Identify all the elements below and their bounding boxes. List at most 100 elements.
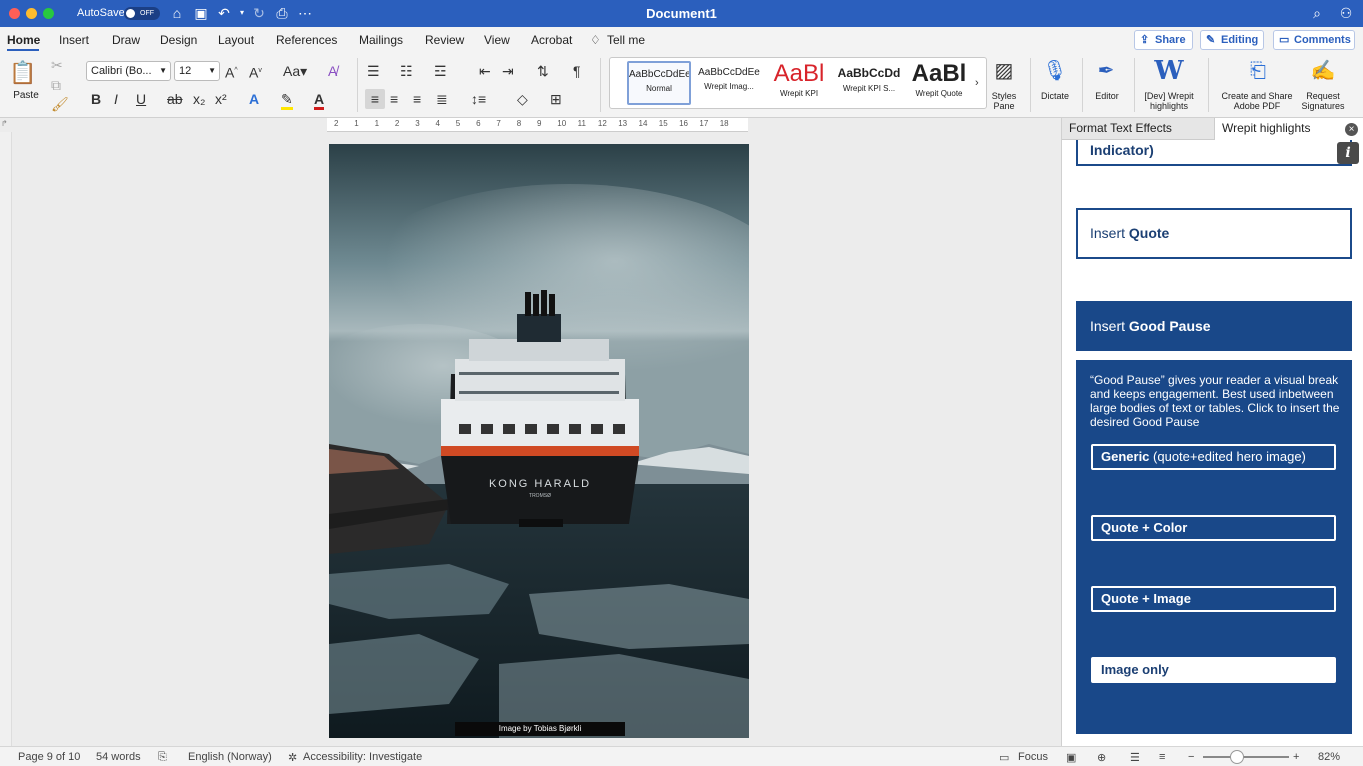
tab-format-text-effects[interactable]: Format Text Effects <box>1062 118 1214 140</box>
style-wrepit-kpi[interactable]: AaBl Wrepit KPI <box>767 61 831 105</box>
text-effects-icon[interactable]: A <box>249 91 259 107</box>
share-button[interactable]: ⇪ Share <box>1134 30 1193 50</box>
quote-color-button[interactable]: Quote + Color <box>1091 515 1336 541</box>
save-icon[interactable]: ▣ <box>193 5 209 21</box>
grow-font-icon[interactable]: A^ <box>225 63 238 81</box>
cut-icon[interactable]: ✂ <box>51 57 63 73</box>
minimize-window-button[interactable] <box>26 8 37 19</box>
zoom-out-icon[interactable]: − <box>1188 751 1194 763</box>
zoom-slider[interactable] <box>1203 756 1289 758</box>
change-case-icon[interactable]: Aa▾ <box>283 63 307 79</box>
horizontal-ruler[interactable]: ↱ 2 1 1 2 3 4 5 6 7 8 9 10 11 12 13 14 15 16 17 18 <box>0 118 1061 132</box>
word-count[interactable]: 54 words <box>96 751 141 763</box>
decrease-indent-icon[interactable]: ⇤ <box>479 63 491 79</box>
strikethrough-icon[interactable]: ab <box>167 91 183 107</box>
format-painter-icon[interactable]: 🖌 <box>51 96 69 112</box>
zoom-in-icon[interactable]: + <box>1293 751 1299 763</box>
page-count[interactable]: Page 9 of 10 <box>18 751 80 763</box>
subscript-icon[interactable]: x₂ <box>193 91 205 107</box>
styles-more-icon[interactable]: › <box>975 75 979 91</box>
editor-icon[interactable]: ✒ <box>1093 58 1119 84</box>
more-icon[interactable]: ⋯ <box>297 5 313 21</box>
dictate-label[interactable]: Dictate <box>1035 91 1075 101</box>
focus-mode-button[interactable]: Focus <box>1018 751 1048 763</box>
tab-home[interactable]: Home <box>7 33 40 47</box>
zoom-window-button[interactable] <box>43 8 54 19</box>
style-wrepit-kpi-sub[interactable]: AaBbCcDd Wrepit KPI S... <box>837 61 901 105</box>
comments-button[interactable]: ▭ Comments <box>1273 30 1355 50</box>
clear-formatting-icon[interactable]: A̸ <box>328 63 337 79</box>
request-signatures-label[interactable]: Request Signatures <box>1298 91 1348 111</box>
web-layout-view-icon[interactable]: ⊕ <box>1097 751 1106 764</box>
request-signatures-icon[interactable]: ✍ <box>1310 58 1336 84</box>
wrepit-logo-icon[interactable]: W <box>1154 57 1184 85</box>
insert-good-pause-card[interactable]: Insert Good Pause <box>1076 301 1352 351</box>
font-size-select[interactable]: 12 ▼ <box>174 61 220 81</box>
microphone-icon[interactable]: 🎙 <box>1042 58 1068 84</box>
show-paragraph-marks-icon[interactable]: ¶ <box>573 63 581 79</box>
superscript-icon[interactable]: x² <box>215 91 227 107</box>
home-icon[interactable]: ⌂ <box>169 5 185 21</box>
tab-references[interactable]: References <box>276 33 337 47</box>
style-wrepit-quote[interactable]: AaBl Wrepit Quote <box>907 61 971 105</box>
underline-icon[interactable]: U <box>136 91 146 107</box>
tab-review[interactable]: Review <box>425 33 464 47</box>
image-only-button[interactable]: Image only <box>1091 657 1336 683</box>
tab-acrobat[interactable]: Acrobat <box>531 33 572 47</box>
autosave-toggle[interactable]: OFF <box>124 7 160 20</box>
zoom-level[interactable]: 82% <box>1318 751 1340 763</box>
info-icon[interactable]: i <box>1337 142 1359 164</box>
align-left-icon[interactable]: ≡ <box>365 89 385 109</box>
multilevel-list-icon[interactable]: ☲ <box>434 63 447 79</box>
document-page[interactable]: KONG HARALD TROMSØ Image by Tobias Bjørk… <box>329 144 749 738</box>
search-icon[interactable]: ⌕ <box>1309 5 1325 21</box>
insert-indicator-card[interactable]: Indicator) <box>1076 140 1352 166</box>
print-icon[interactable]: ⎙ <box>274 5 290 21</box>
redo-icon[interactable]: ↻ <box>251 5 267 21</box>
style-normal[interactable]: AaBbCcDdEe Normal <box>627 61 691 105</box>
justify-icon[interactable]: ≣ <box>436 91 448 107</box>
increase-indent-icon[interactable]: ⇥ <box>502 63 514 79</box>
tab-mailings[interactable]: Mailings <box>359 33 403 47</box>
outline-view-icon[interactable]: ☰ <box>1130 751 1140 764</box>
quote-image-button[interactable]: Quote + Image <box>1091 586 1336 612</box>
styles-pane-icon[interactable]: ▨ <box>991 58 1017 84</box>
proofing-icon[interactable]: ⎘ <box>158 751 167 764</box>
account-icon[interactable]: ⚇ <box>1338 5 1354 21</box>
tab-layout[interactable]: Layout <box>218 33 254 47</box>
tab-view[interactable]: View <box>484 33 510 47</box>
sort-icon[interactable]: ⇅ <box>537 63 549 79</box>
close-pane-icon[interactable]: × <box>1345 123 1358 136</box>
insert-quote-card[interactable]: Insert Quote <box>1076 208 1352 259</box>
create-pdf-icon[interactable]: ⎗ <box>1245 58 1271 84</box>
editor-label[interactable]: Editor <box>1088 91 1126 101</box>
tab-wrepit-highlights[interactable]: Wrepit highlights <box>1214 118 1363 140</box>
font-name-select[interactable]: Calibri (Bo... ▼ <box>86 61 171 81</box>
shading-icon[interactable]: ◇ <box>517 91 528 107</box>
align-right-icon[interactable]: ≡ <box>413 91 421 107</box>
tab-design[interactable]: Design <box>160 33 197 47</box>
draft-view-icon[interactable]: ≡ <box>1159 751 1165 763</box>
zoom-slider-handle[interactable] <box>1230 750 1244 764</box>
align-center-icon[interactable]: ≡ <box>390 91 398 107</box>
editing-button[interactable]: ✎ Editing <box>1200 30 1264 50</box>
line-spacing-icon[interactable]: ↕≡ <box>471 91 486 107</box>
create-share-pdf-label[interactable]: Create and Share Adobe PDF <box>1216 91 1298 111</box>
generic-pause-button[interactable]: Generic (quote+edited hero image) <box>1091 444 1336 470</box>
tell-me-search[interactable]: Tell me <box>607 33 645 47</box>
print-layout-view-icon[interactable]: ▣ <box>1066 751 1076 764</box>
shrink-font-icon[interactable]: Av <box>249 63 262 81</box>
font-color-icon[interactable]: A <box>314 91 325 110</box>
numbering-icon[interactable]: ☷ <box>400 63 413 79</box>
borders-icon[interactable]: ⊞ <box>550 91 562 107</box>
style-wrepit-image[interactable]: AaBbCcDdEe Wrepit Imag... <box>697 61 761 105</box>
tab-insert[interactable]: Insert <box>59 33 89 47</box>
bullets-icon[interactable]: ☰ <box>367 63 380 79</box>
highlight-icon[interactable]: ✎ <box>281 91 293 110</box>
undo-dropdown-icon[interactable]: ▾ <box>234 5 250 21</box>
close-window-button[interactable] <box>9 8 20 19</box>
italic-icon[interactable]: I <box>114 91 118 107</box>
tab-draw[interactable]: Draw <box>112 33 140 47</box>
bold-icon[interactable]: B <box>91 91 101 107</box>
accessibility-status[interactable]: Accessibility: Investigate <box>303 751 422 763</box>
